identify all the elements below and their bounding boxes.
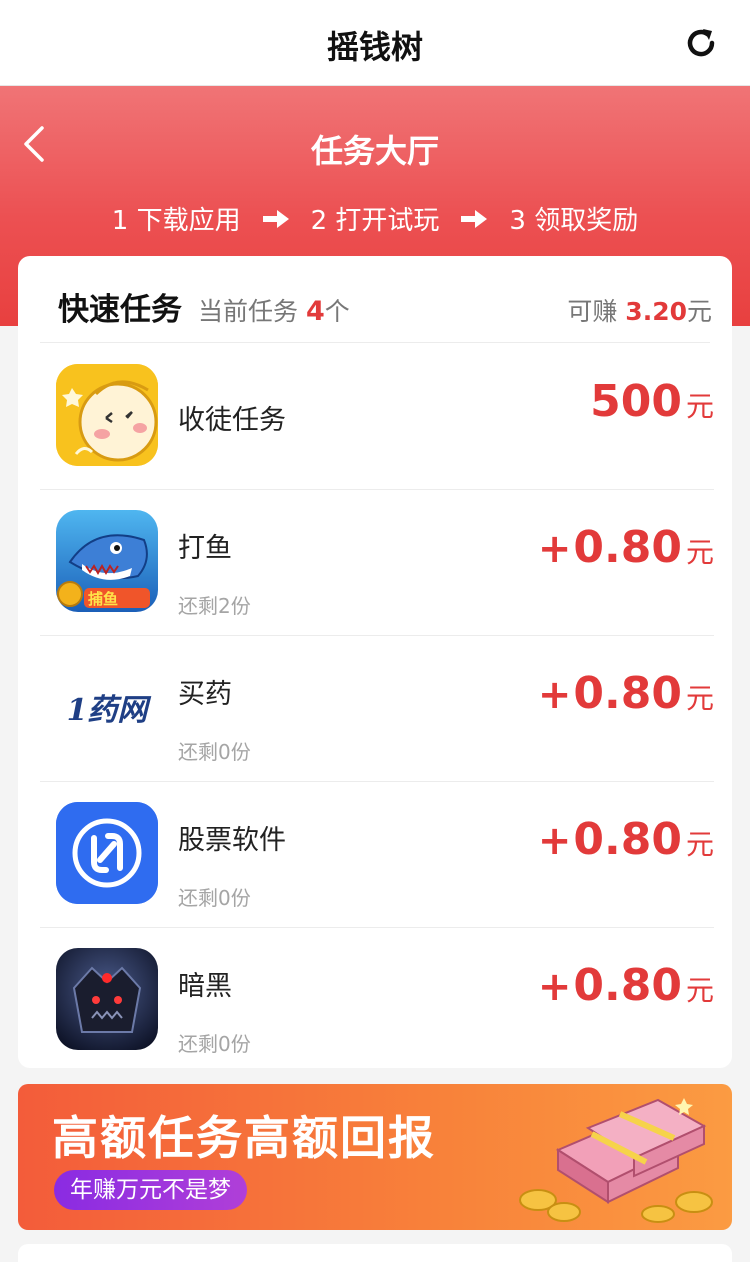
pharmacy-logo-text: 1药网	[66, 693, 148, 728]
earn-label: 可赚	[567, 297, 618, 326]
reward-unit: 元	[685, 536, 714, 569]
reward-unit: 元	[685, 682, 714, 715]
money-stack-icon	[519, 1098, 713, 1223]
task-reward: + 0.80 元	[538, 522, 714, 573]
reward-value: 500	[590, 376, 682, 427]
task-reward: 500 元	[588, 376, 714, 427]
task-reward: + 0.80 元	[538, 668, 714, 719]
app-title: 摇钱树	[326, 28, 423, 66]
divider	[40, 342, 710, 343]
reward-prefix: +	[537, 964, 572, 1010]
task-name: 打鱼	[178, 533, 232, 564]
card-header: 快速任务 当前任务 4个 可赚 3.20元	[58, 284, 712, 328]
reward-unit: 元	[685, 828, 714, 861]
earn-amount: 3.20	[625, 297, 687, 326]
steps-guide: 1 下载应用 2 打开试玩 3 领取奖励	[0, 200, 750, 237]
refresh-button[interactable]	[678, 20, 724, 66]
task-row-fishing[interactable]: 捕鱼 打鱼 还剩2份 + 0.80 元	[40, 490, 714, 636]
cartoon-face-icon	[56, 364, 158, 466]
dark-game-icon	[56, 948, 158, 1050]
earnable-total: 可赚 3.20元	[567, 292, 712, 328]
arrow-right-icon	[262, 209, 289, 228]
reward-unit: 元	[685, 974, 714, 1007]
remaining-count: 还剩0份	[178, 1032, 251, 1056]
top-nav-bar: 摇钱树	[0, 0, 750, 86]
high-reward-banner[interactable]: 高额任务高额回报 年赚万元不是梦	[18, 1084, 732, 1230]
current-task-count: 当前任务 4个	[198, 292, 350, 328]
earn-unit: 元	[686, 297, 712, 326]
task-reward: + 0.80 元	[538, 814, 714, 865]
task-row-stock[interactable]: 股票软件 还剩0份 + 0.80 元	[40, 782, 714, 928]
shark-game-icon: 捕鱼	[56, 510, 158, 612]
stock-app-icon	[56, 802, 158, 904]
refresh-icon	[687, 29, 715, 57]
pharmacy-logo-icon: 1药网	[56, 656, 158, 758]
reward-value: 0.80	[573, 960, 682, 1011]
task-name: 股票软件	[178, 825, 286, 856]
task-name: 收徒任务	[178, 405, 286, 436]
reward-value: 0.80	[573, 814, 682, 865]
task-reward: + 0.80 元	[538, 960, 714, 1011]
remaining-count: 还剩0份	[178, 740, 251, 764]
banner-headline: 高额任务高额回报	[52, 1111, 436, 1165]
task-name: 买药	[178, 679, 232, 710]
reward-prefix: +	[537, 672, 572, 718]
next-section-card	[18, 1244, 732, 1262]
current-unit: 个	[324, 297, 350, 326]
reward-prefix: +	[537, 818, 572, 864]
banner-tag: 年赚万元不是梦	[54, 1170, 247, 1210]
task-row-recruit[interactable]: 收徒任务 500 元	[40, 344, 714, 490]
step-3: 3 领取奖励	[509, 206, 639, 236]
card-title: 快速任务	[58, 292, 182, 328]
reward-unit: 元	[685, 390, 714, 423]
page-title: 任务大厅	[310, 132, 439, 170]
current-count: 4	[305, 296, 325, 327]
remaining-count: 还剩2份	[178, 594, 251, 618]
task-row-pharmacy[interactable]: 1药网 买药 还剩0份 + 0.80 元	[40, 636, 714, 782]
reward-value: 0.80	[573, 522, 682, 573]
remaining-count: 还剩0份	[178, 886, 251, 910]
step-2: 2 打开试玩	[310, 206, 440, 236]
reward-value: 0.80	[573, 668, 682, 719]
step-1: 1 下载应用	[111, 206, 241, 236]
current-label: 当前任务	[198, 297, 299, 326]
arrow-right-icon	[461, 209, 488, 228]
task-row-dark[interactable]: 暗黑 还剩0份 + 0.80 元	[40, 928, 714, 1074]
reward-prefix: +	[537, 526, 572, 572]
fish-logo-text: 捕鱼	[88, 590, 119, 608]
task-name: 暗黑	[178, 971, 232, 1002]
quick-task-card: 快速任务 当前任务 4个 可赚 3.20元 收徒任务 500 元 捕鱼 打鱼 还…	[18, 256, 732, 1068]
